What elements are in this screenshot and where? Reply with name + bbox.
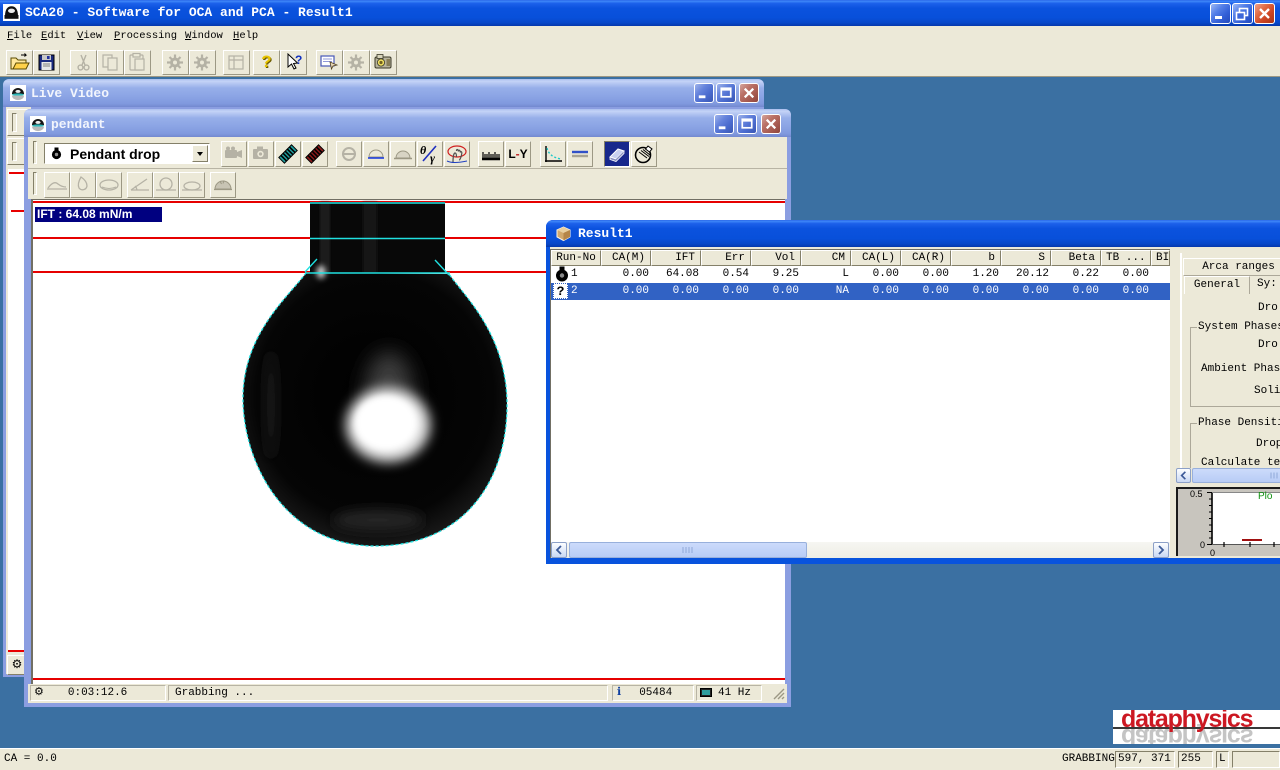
svg-text:0.5: 0.5 bbox=[1190, 489, 1203, 499]
svg-text:γ: γ bbox=[430, 151, 435, 165]
svg-text:θ: θ bbox=[420, 143, 427, 157]
svg-text:Plo: Plo bbox=[1258, 491, 1273, 502]
svg-text:?: ? bbox=[295, 53, 302, 67]
svg-text:0: 0 bbox=[1200, 540, 1205, 550]
svg-text:0: 0 bbox=[1210, 548, 1215, 556]
